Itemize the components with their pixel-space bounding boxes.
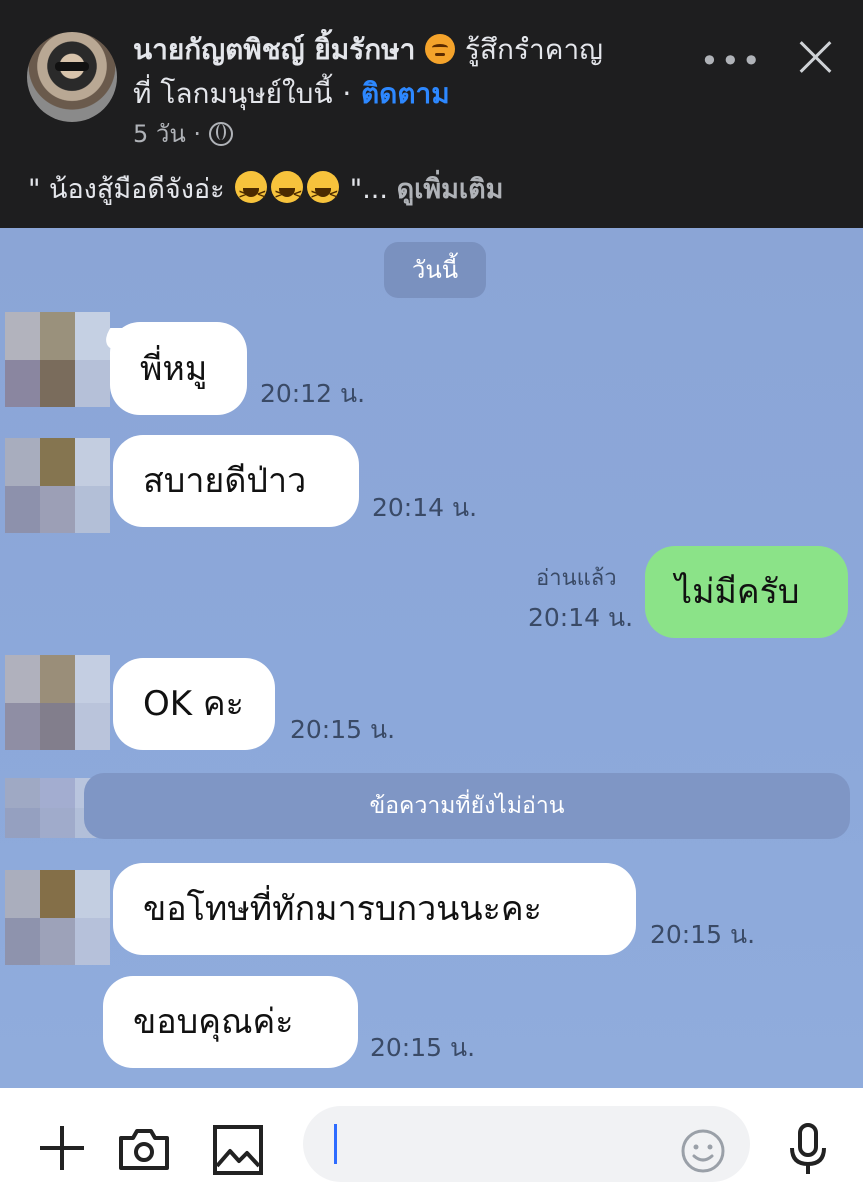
author-name[interactable]: นายกัญตพิชญ์ ยิ้มรักษา	[133, 33, 415, 66]
separator-dot: ·	[342, 77, 352, 110]
post-time[interactable]: 5 วัน	[133, 120, 186, 148]
meta-separator: ·	[193, 120, 202, 148]
message-text: ไม่มีครับ	[675, 572, 800, 612]
feeling-suffix: ที่ โลกมนุษย์ใบนี้	[133, 77, 333, 110]
globe-icon	[208, 122, 233, 146]
message-text: พี่หมู	[140, 348, 208, 389]
camera-icon[interactable]	[117, 1126, 171, 1172]
plus-icon[interactable]	[38, 1124, 86, 1172]
message-bubble[interactable]: ขอโทษที่ทักมารบกวนนะคะ	[113, 863, 636, 955]
chat-screenshot: วันนี้ พี่หมู 20:12 น. สบายดีป่าว 20:14 …	[0, 228, 863, 1088]
message-time: 20:12 น.	[260, 379, 366, 408]
more-options-icon[interactable]: •••	[700, 42, 763, 80]
message-bubble[interactable]: ขอบคุณค่ะ	[103, 976, 358, 1068]
angry-emoji-icon	[425, 34, 456, 64]
text-caret	[334, 1124, 337, 1164]
follow-button[interactable]: ติดตาม	[361, 77, 450, 110]
message-time: 20:14 น.	[528, 603, 634, 632]
blurred-avatar[interactable]	[5, 870, 110, 965]
laughing-emoji-icon	[271, 171, 305, 214]
unread-messages-divider: ข้อความที่ยังไม่อ่าน	[84, 773, 850, 839]
outgoing-message-bubble[interactable]: ไม่มีครับ	[645, 546, 848, 638]
message-text: สบายดีป่าว	[143, 461, 307, 501]
message-bubble[interactable]: OK คะ	[113, 658, 275, 750]
laughing-emoji-icon	[307, 171, 341, 214]
message-text: OK คะ	[143, 684, 244, 724]
smiley-icon[interactable]	[680, 1128, 726, 1174]
blurred-avatar[interactable]	[5, 438, 110, 533]
post-caption: " น้องสู้มือดีจังอ่ะ "... ดูเพิ่มเติม	[28, 170, 504, 214]
message-time: 20:15 น.	[370, 1033, 476, 1062]
read-receipt: อ่านแล้ว	[536, 566, 617, 591]
message-text: ขอโทษที่ทักมารบกวนนะคะ	[143, 889, 542, 929]
see-more-link[interactable]: ดูเพิ่มเติม	[397, 174, 504, 205]
message-time: 20:15 น.	[290, 715, 396, 744]
message-bubble[interactable]: สบายดีป่าว	[113, 435, 359, 527]
date-separator: วันนี้	[384, 242, 486, 298]
blurred-avatar[interactable]	[5, 312, 110, 407]
close-icon[interactable]	[790, 32, 840, 82]
message-time: 20:15 น.	[650, 920, 756, 949]
laughing-emoji-icon	[235, 171, 269, 214]
caption-text: " น้องสู้มือดีจังอ่ะ	[28, 174, 225, 205]
post-header: นายกัญตพิชญ์ ยิ้มรักษา รู้สึกรำคาญ ที่ โ…	[0, 0, 863, 228]
message-time: 20:14 น.	[372, 493, 478, 522]
blurred-avatar[interactable]	[5, 655, 110, 750]
message-bubble[interactable]: พี่หมู	[110, 322, 247, 415]
mic-icon[interactable]	[785, 1122, 831, 1178]
post-meta: 5 วัน ·	[133, 118, 233, 150]
message-text: ขอบคุณค่ะ	[133, 1002, 294, 1042]
caption-ellipsis: "...	[349, 174, 388, 205]
image-icon[interactable]	[212, 1124, 264, 1176]
feeling-prefix: รู้สึกรำคาญ	[464, 33, 604, 66]
author-avatar[interactable]	[27, 32, 117, 122]
author-line: นายกัญตพิชญ์ ยิ้มรักษา รู้สึกรำคาญ ที่ โ…	[133, 28, 693, 116]
